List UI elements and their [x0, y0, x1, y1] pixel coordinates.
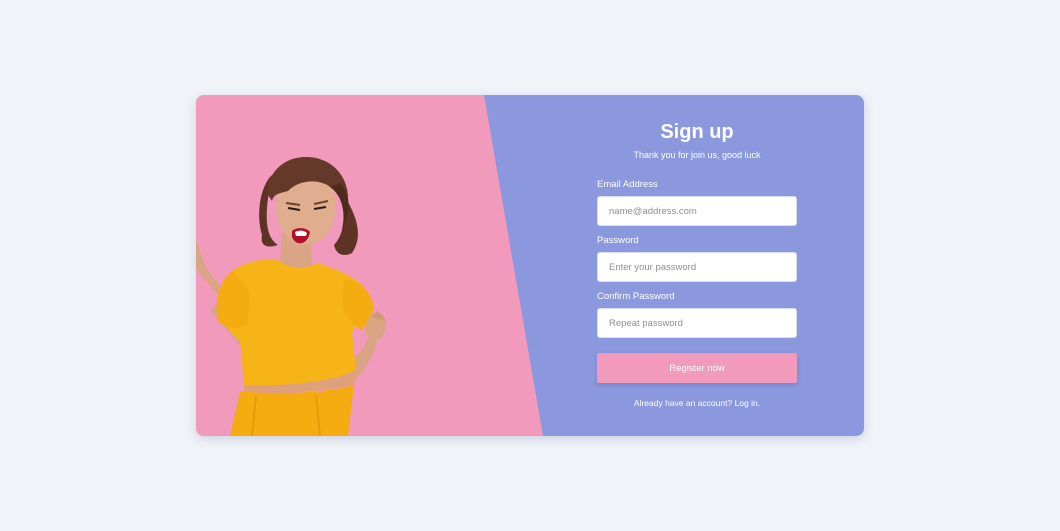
password-field[interactable]	[597, 252, 797, 282]
account-prompt-text: Already have an account?	[633, 398, 735, 408]
excited-woman-photo	[196, 157, 387, 436]
password-label: Password	[597, 235, 639, 246]
email-field[interactable]	[597, 196, 797, 226]
email-label: Email Address	[597, 179, 658, 190]
register-button[interactable]: Register now	[597, 353, 797, 383]
page-title: Sign up	[660, 121, 734, 143]
signup-card: Sign up Thank you for join us, good luck…	[196, 95, 864, 436]
confirm-password-field[interactable]	[597, 308, 797, 338]
login-prompt: Already have an account? Log in.	[596, 398, 798, 408]
confirm-password-label: Confirm Password	[597, 291, 675, 302]
login-link[interactable]: Log in.	[735, 398, 761, 408]
page-subtitle: Thank you for join us, good luck	[633, 150, 761, 160]
